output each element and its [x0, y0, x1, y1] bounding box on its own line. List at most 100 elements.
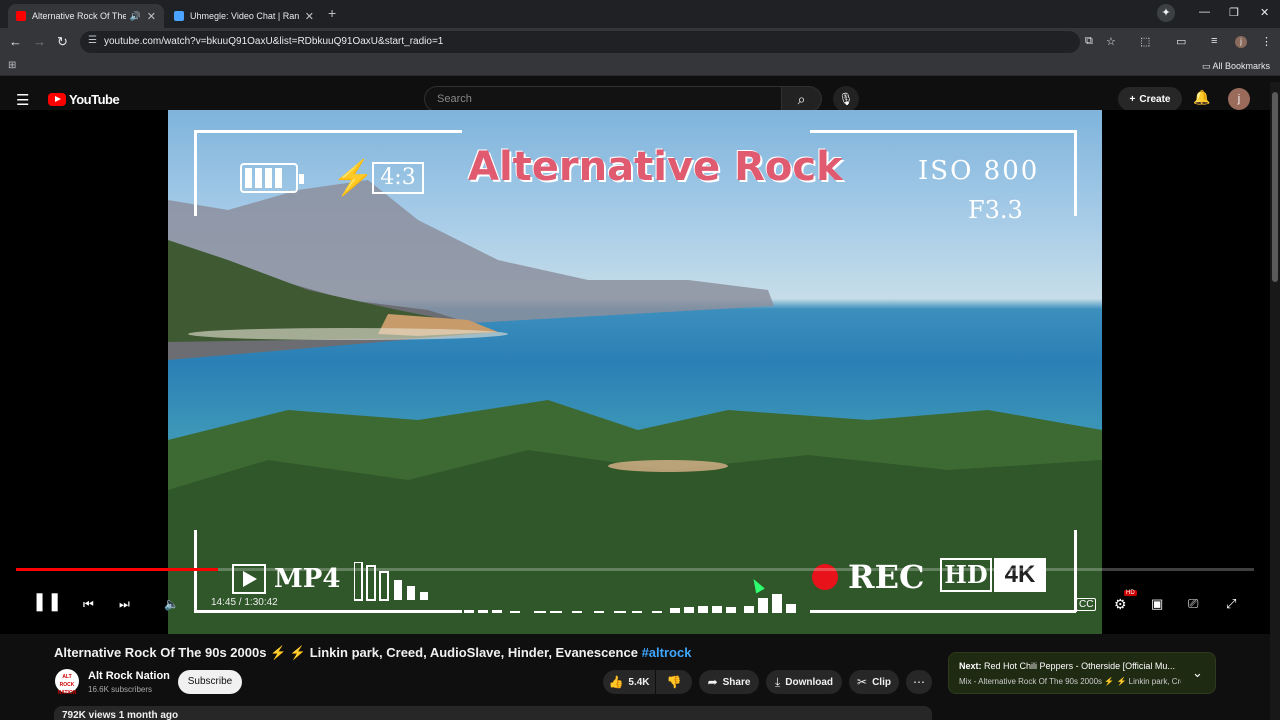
site-info-icon[interactable]: ☰ [88, 35, 97, 46]
chevron-down-icon[interactable]: ⌄ [1192, 665, 1203, 681]
new-tab-icon[interactable]: + [328, 5, 336, 21]
resolution-label: 4K [994, 558, 1046, 592]
next-label: Next: [959, 661, 982, 671]
speaker-icon[interactable]: 🔊 [130, 11, 141, 22]
frame-left-top-line [194, 130, 197, 216]
channel-name[interactable]: Alt Rock Nation [88, 670, 170, 682]
more-dots-icon: ⋯ [913, 675, 925, 689]
download-button[interactable]: ⤓ Download [766, 670, 842, 694]
install-icon[interactable]: ⧉ [1085, 35, 1093, 48]
browser-tab-bar: Alternative Rock Of The 90s 🔊 ✕ Uhmegle:… [0, 0, 1280, 460]
menu-hamburger-icon[interactable]: ☰ [16, 91, 29, 109]
profile-avatar[interactable]: j [1235, 36, 1247, 48]
battery-icon [240, 163, 304, 193]
media-control-icon[interactable]: ≡ [1211, 35, 1217, 47]
subscriber-count: 16.6K subscribers [88, 685, 153, 694]
clip-label: Clip [872, 676, 891, 688]
hashtag-link[interactable]: #altrock [642, 645, 692, 660]
download-arrow-icon: ⤓ [774, 674, 781, 689]
like-button[interactable]: 👍 5.4K [603, 670, 655, 694]
download-label: Download [785, 676, 834, 688]
bookmarks-bar: ⊞ ▭ All Bookmarks [0, 56, 1280, 76]
hd-label: HD [940, 558, 992, 592]
close-window-icon[interactable]: ✕ [1260, 6, 1269, 19]
quality-hd-badge: HD [1124, 590, 1137, 596]
thumbs-up-icon: 👍 [608, 675, 624, 689]
youtube-wordmark: YouTube [69, 92, 120, 107]
frame-right-top-line [1074, 130, 1077, 216]
extensions-icon[interactable]: ⬚ [1140, 35, 1150, 48]
search-input[interactable] [425, 87, 765, 111]
plus-icon: + [1129, 93, 1136, 105]
voice-search-button[interactable]: 🎙 [833, 86, 859, 112]
dislike-button[interactable]: 👎 [656, 670, 692, 694]
settings-gear-icon[interactable]: ⚙ [1114, 596, 1127, 613]
pause-icon[interactable]: ❚❚ [32, 591, 62, 612]
cast-to-tv-icon[interactable]: ⎚ [1188, 596, 1198, 612]
view-count-date: 792K views 1 month ago [62, 710, 179, 720]
browser-toolbar: ← → ↻ ☰ youtube.com/watch?v=bkuuQ91OaxU&… [0, 28, 1280, 56]
account-avatar[interactable]: j [1228, 88, 1250, 110]
subscribe-button[interactable]: Subscribe [178, 670, 242, 694]
share-label: Share [722, 676, 751, 688]
fullscreen-icon[interactable]: ⤢ [1226, 596, 1236, 612]
page-scrollbar[interactable] [1270, 82, 1280, 720]
notifications-bell-icon[interactable]: 🔔 [1193, 89, 1210, 106]
frame-bottom-right-line [810, 610, 1076, 613]
forward-icon[interactable]: → [33, 34, 46, 49]
search-box [424, 86, 782, 112]
frame-left-bottom-line [194, 530, 197, 612]
create-label: Create [1139, 93, 1171, 105]
next-video-title: Red Hot Chili Peppers - Otherside [Offic… [984, 661, 1175, 671]
bookmark-star-icon[interactable]: ☆ [1106, 35, 1116, 48]
menu-dots-icon[interactable]: ⋮ [1261, 35, 1272, 48]
iso-label: ISO 800 [918, 156, 1040, 186]
scrollbar-thumb[interactable] [1272, 92, 1278, 282]
frame-top-right-line [810, 130, 1076, 133]
description-box[interactable]: 792K views 1 month ago [54, 706, 932, 720]
video-player[interactable]: ⚡ 4:3 Alternative Rock ISO 800 F3.3 MP4 … [0, 110, 1270, 634]
cast-icon[interactable]: ▭ [1176, 35, 1186, 48]
tab-youtube[interactable]: Alternative Rock Of The 90s 🔊 ✕ [8, 4, 164, 28]
gemini-icon[interactable]: ✦ [1157, 4, 1175, 22]
minimize-icon[interactable]: — [1199, 6, 1210, 18]
miniplayer-icon[interactable]: ▣ [1151, 596, 1163, 612]
video-title-rest: Linkin park, Creed, AudioSlave, Hinder, … [309, 645, 638, 660]
frame-bottom-left-line [194, 610, 462, 613]
video-frame[interactable]: ⚡ 4:3 Alternative Rock ISO 800 F3.3 MP4 … [168, 110, 1102, 634]
lightning-emoji-icon: ⚡ [270, 645, 287, 660]
clip-button[interactable]: ✂ Clip [849, 670, 899, 694]
close-tab-icon[interactable]: ✕ [147, 10, 156, 23]
search-button[interactable]: ⌕ [782, 86, 822, 112]
address-bar[interactable]: ☰ youtube.com/watch?v=bkuuQ91OaxU&list=R… [80, 31, 1080, 53]
up-next-card[interactable]: Next: Red Hot Chili Peppers - Otherside … [948, 652, 1216, 694]
video-title: Alternative Rock Of The 90s 2000s ⚡ ⚡ Li… [54, 645, 691, 661]
reload-icon[interactable]: ↻ [57, 34, 68, 50]
previous-icon[interactable]: ⏮ [83, 597, 94, 612]
tab-title: Alternative Rock Of The 90s [32, 11, 126, 21]
captions-icon[interactable]: CC [1076, 598, 1097, 611]
rec-label: REC [848, 558, 925, 596]
tab-uhmegle[interactable]: Uhmegle: Video Chat | Rand ✕ [166, 4, 858, 460]
audio-equalizer [464, 594, 796, 613]
next-icon[interactable]: ⏭ [119, 597, 130, 612]
youtube-logo[interactable]: YouTube [48, 92, 120, 107]
channel-avatar[interactable]: ALT ROCK NATION [55, 669, 79, 696]
lightning-emoji-icon: ⚡ [1104, 677, 1115, 686]
close-tab-icon[interactable]: ✕ [305, 10, 314, 23]
youtube-play-logo-icon [48, 93, 66, 106]
restore-icon[interactable]: ❐ [1229, 6, 1239, 19]
lightning-emoji-icon: ⚡ [289, 645, 307, 660]
create-button[interactable]: + Create [1118, 87, 1182, 111]
progress-bar[interactable] [16, 568, 1254, 571]
flash-bolt-icon: ⚡ [332, 159, 375, 197]
thumbs-down-icon: 👎 [666, 675, 682, 689]
uhmegle-favicon-icon [174, 11, 184, 21]
share-button[interactable]: ➦ Share [699, 670, 759, 694]
apps-grid-icon[interactable]: ⊞ [8, 60, 16, 71]
back-icon[interactable]: ← [9, 34, 22, 49]
volume-icon[interactable]: 🔈 [164, 597, 179, 611]
url-text: youtube.com/watch?v=bkuuQ91OaxU&list=RDb… [104, 36, 444, 47]
all-bookmarks-button[interactable]: ▭ All Bookmarks [1202, 61, 1270, 72]
more-actions-button[interactable]: ⋯ [906, 670, 932, 694]
